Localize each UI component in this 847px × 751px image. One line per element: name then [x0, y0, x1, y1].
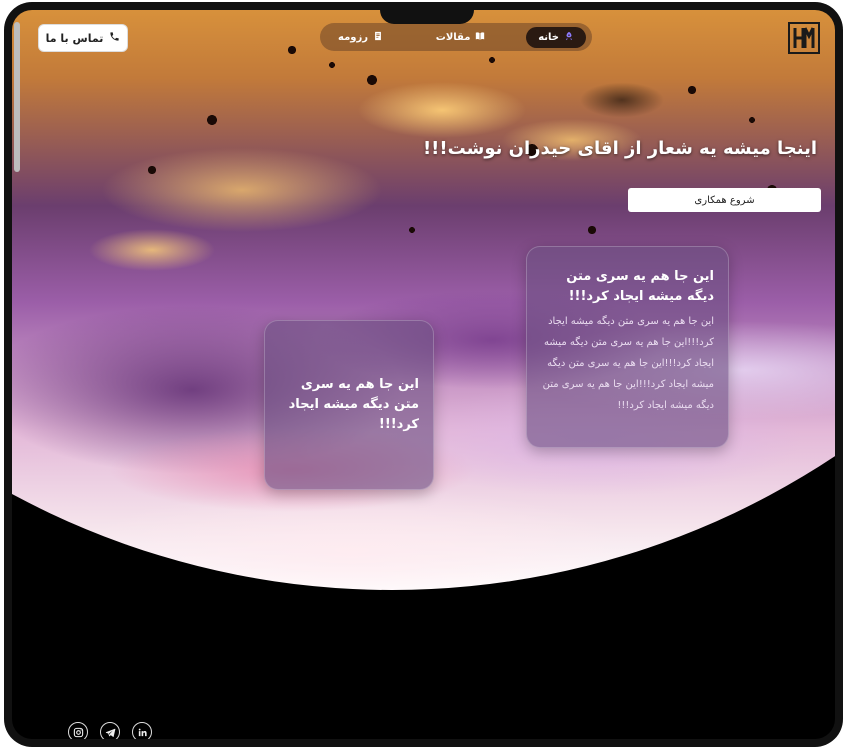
nav-item-resume[interactable]: رزومه	[326, 27, 395, 48]
rocket-icon	[564, 31, 574, 44]
nav-label-resume: رزومه	[338, 31, 368, 43]
main-nav: خانه مقالات رزومه	[320, 23, 592, 51]
contact-label: تماس با ما	[45, 31, 104, 45]
nav-item-home[interactable]: خانه	[526, 26, 586, 48]
card-body: این جا هم یه سری متن دیگه میشه ایجاد کرد…	[542, 316, 714, 411]
device-frame: تماس با ما خانه مقالات رزومه اینجا میشه …	[4, 2, 843, 747]
social-links	[68, 722, 152, 739]
nav-item-articles[interactable]: مقالات	[424, 27, 498, 48]
page-screen: تماس با ما خانه مقالات رزومه اینجا میشه …	[12, 10, 835, 739]
phone-icon	[109, 31, 120, 45]
camera-notch	[380, 2, 474, 24]
nav-label-articles: مقالات	[435, 31, 471, 43]
info-card-large: این جا هم یه سری متن دیگه میشه ایجاد کرد…	[526, 246, 729, 448]
card-title: این جا هم یه سری متن دیگه میشه ایجاد کرد…	[288, 377, 419, 432]
scrollbar-thumb[interactable]	[14, 22, 20, 172]
card-title: این جا هم یه سری متن دیگه میشه ایجاد کرد…	[566, 269, 714, 304]
telegram-icon[interactable]	[100, 722, 120, 739]
book-icon	[475, 31, 485, 44]
contact-button[interactable]: تماس با ما	[38, 24, 128, 52]
linkedin-icon[interactable]	[132, 722, 152, 739]
nav-label-home: خانه	[538, 31, 559, 43]
instagram-icon[interactable]	[68, 722, 88, 739]
hm-monogram-logo[interactable]	[788, 22, 820, 54]
start-collaboration-button[interactable]: شروع همکاری	[628, 188, 821, 212]
document-icon	[373, 31, 383, 44]
info-card-small: این جا هم یه سری متن دیگه میشه ایجاد کرد…	[264, 320, 434, 490]
hero-headline: اینجا میشه یه شعار از اقای حیدران نوشت!!…	[422, 138, 817, 159]
